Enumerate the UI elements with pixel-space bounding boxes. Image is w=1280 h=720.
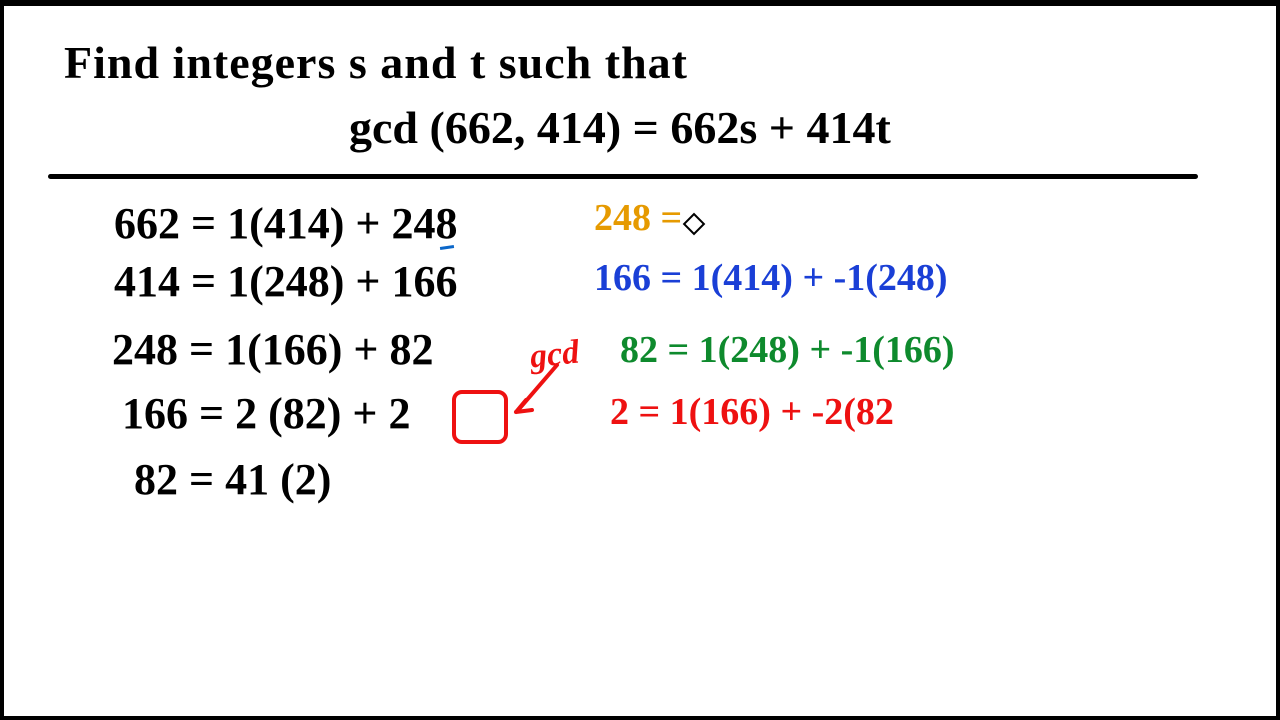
euclid-step-2: 414 = 1(248) + 166 xyxy=(114,256,457,307)
problem-statement-line2: gcd (662, 414) = 662s + 414t xyxy=(349,101,891,154)
back-sub-248: 248 = xyxy=(594,196,682,240)
pen-cursor-icon xyxy=(683,213,706,236)
whiteboard: Find integers s and t such that gcd (662… xyxy=(0,0,1280,720)
problem-statement-line1: Find integers s and t such that xyxy=(64,36,688,89)
euclid-step-4: 166 = 2 (82) + 2 xyxy=(122,388,410,439)
back-sub-82: 82 = 1(248) + -1(166) xyxy=(620,328,955,372)
euclid-step-1: 662 = 1(414) + 248 xyxy=(114,198,457,249)
gcd-result-box xyxy=(452,390,508,444)
back-sub-166: 166 = 1(414) + -1(248) xyxy=(594,256,948,300)
back-sub-2: 2 = 1(166) + -2(82 xyxy=(610,390,894,434)
euclid-step-3: 248 = 1(166) + 82 xyxy=(112,324,433,375)
gcd-label: gcd xyxy=(528,334,581,377)
small-mark xyxy=(440,245,454,250)
divider-rule xyxy=(48,174,1198,179)
euclid-step-5: 82 = 41 (2) xyxy=(134,454,331,505)
